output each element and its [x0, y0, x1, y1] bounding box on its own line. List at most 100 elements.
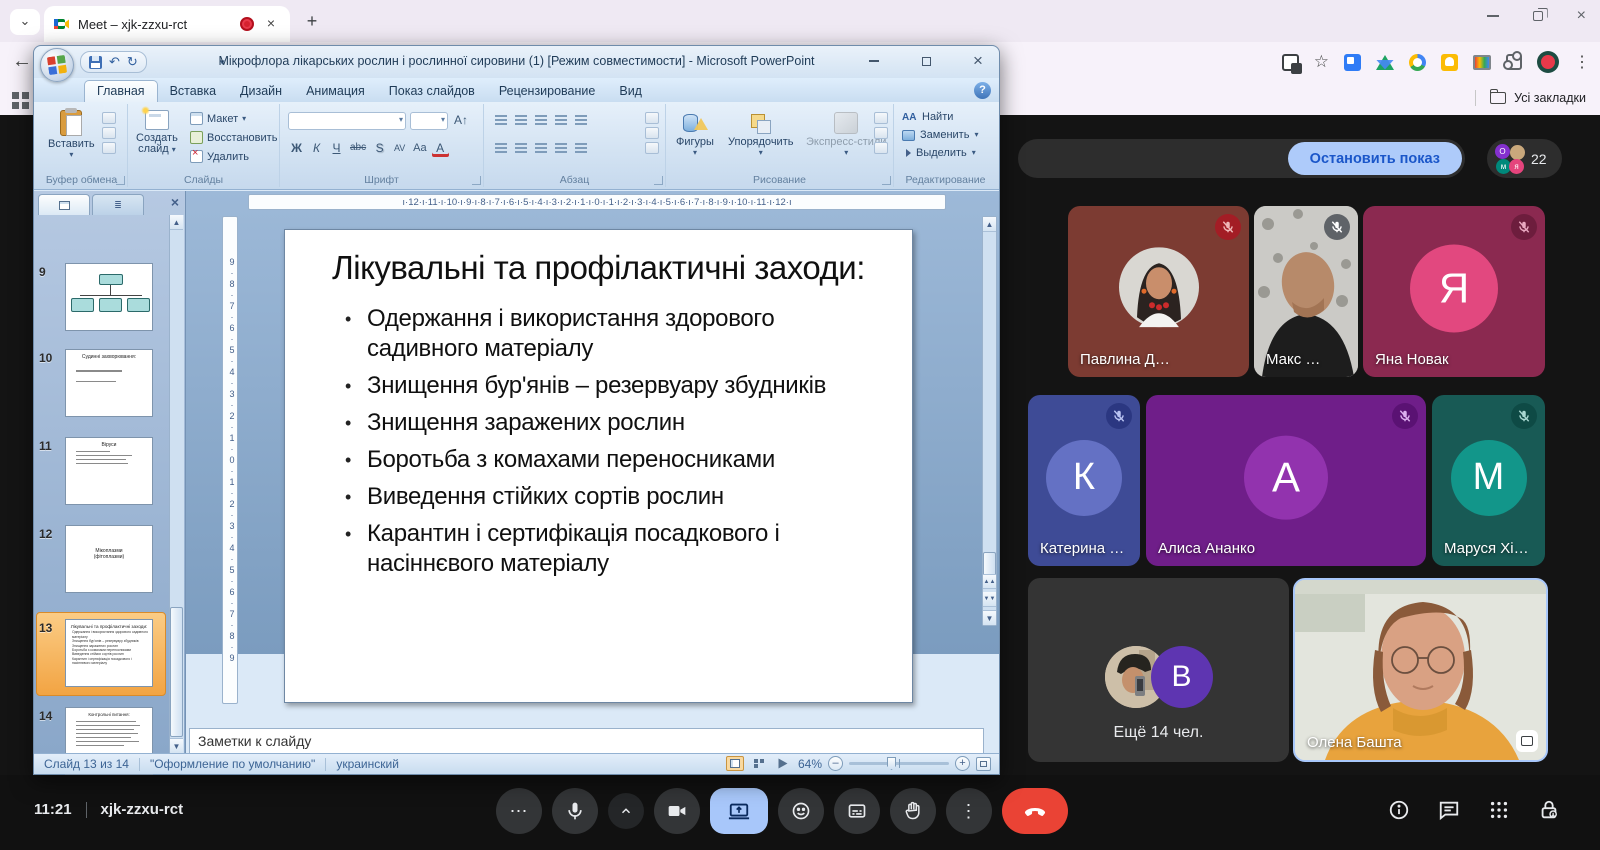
- new-tab-button[interactable]: +: [300, 11, 324, 32]
- window-restore-button[interactable]: [1533, 11, 1543, 21]
- window-minimize-button[interactable]: [1487, 15, 1499, 17]
- character-spacing-button[interactable]: AV: [391, 140, 408, 157]
- help-button[interactable]: ?: [974, 82, 991, 99]
- reactions-button[interactable]: [778, 788, 824, 834]
- translate-page-icon[interactable]: [1282, 54, 1299, 71]
- reset-button[interactable]: Восстановить: [190, 131, 277, 144]
- find-button[interactable]: ААНайти: [902, 111, 978, 123]
- zoom-out-button[interactable]: –: [828, 756, 843, 771]
- tab-glavnaya[interactable]: Главная: [84, 80, 158, 102]
- slide-title[interactable]: Лікувальні та профілактичні заходи:: [329, 246, 869, 290]
- tab-vid[interactable]: Вид: [607, 81, 654, 102]
- ppt-close-button[interactable]: ×: [965, 52, 991, 70]
- line-spacing-button[interactable]: [572, 112, 588, 126]
- underline-button[interactable]: Ч: [328, 140, 345, 157]
- slide-scrollbar[interactable]: ▲ ▲▲ ▼▼ ▼: [982, 216, 997, 626]
- host-controls-lock-button[interactable]: [1538, 799, 1560, 821]
- meeting-info-button[interactable]: [1388, 799, 1410, 821]
- numbering-button[interactable]: [512, 112, 528, 126]
- participant-tile-olena-speaking[interactable]: Олена Башта: [1293, 578, 1548, 762]
- tab-animaciya[interactable]: Анимация: [294, 81, 377, 102]
- mic-device-chevron-button[interactable]: [608, 793, 644, 829]
- scroll-down-button[interactable]: ▼: [983, 610, 996, 625]
- new-slide-button[interactable]: Создать слайд ▾: [136, 110, 178, 155]
- decrease-indent-button[interactable]: [532, 112, 548, 126]
- browser-menu-icon[interactable]: ⋮: [1574, 52, 1590, 72]
- slides-view-tab[interactable]: [38, 194, 90, 215]
- end-call-button[interactable]: [1002, 788, 1068, 834]
- ppt-restore-button[interactable]: [913, 52, 939, 70]
- stop-presenting-button[interactable]: Остановить показ: [1288, 142, 1462, 175]
- cut-button[interactable]: [102, 112, 116, 124]
- more-controls-button[interactable]: ⋮: [946, 788, 992, 834]
- scroll-up-button[interactable]: ▲: [983, 217, 996, 232]
- align-center-button[interactable]: [512, 140, 528, 154]
- notes-input[interactable]: Заметки к слайду: [189, 728, 984, 754]
- activities-grid-button[interactable]: [1488, 799, 1510, 821]
- frame-extension-icon[interactable]: [1473, 55, 1491, 70]
- recording-badge-icon[interactable]: [1537, 51, 1559, 73]
- strikethrough-button[interactable]: abc: [348, 140, 368, 157]
- close-panel-button[interactable]: ×: [171, 194, 179, 210]
- all-bookmarks[interactable]: Усі закладки: [1475, 90, 1586, 106]
- translate-extension-icon[interactable]: [1344, 54, 1361, 71]
- scrollbar-thumb[interactable]: [170, 607, 183, 737]
- camera-button[interactable]: [654, 788, 700, 834]
- grow-font-button[interactable]: A↑: [452, 112, 470, 129]
- raise-hand-button[interactable]: [890, 788, 936, 834]
- language-status[interactable]: украинский: [336, 757, 399, 771]
- convert-smartart-button[interactable]: [645, 142, 659, 154]
- slideshow-view-button[interactable]: [774, 756, 792, 771]
- font-dialog-launcher[interactable]: [472, 176, 481, 185]
- format-painter-button[interactable]: [102, 142, 116, 154]
- zoom-slider[interactable]: [849, 762, 949, 765]
- fit-to-window-button[interactable]: [976, 757, 991, 771]
- copy-button[interactable]: [102, 127, 116, 139]
- font-size-combo[interactable]: [410, 112, 448, 130]
- zoom-in-button[interactable]: +: [955, 756, 970, 771]
- extensions-puzzle-icon[interactable]: [1506, 54, 1522, 70]
- next-slide-button[interactable]: ▼▼: [983, 592, 996, 607]
- participant-tile-marusya[interactable]: М Маруся Хі…: [1432, 395, 1545, 566]
- text-direction-button[interactable]: [645, 112, 659, 124]
- window-close-button[interactable]: ×: [1577, 10, 1586, 22]
- text-shadow-button[interactable]: S: [371, 140, 388, 157]
- participant-tile-katerina[interactable]: К Катерина …: [1028, 395, 1140, 566]
- slide-sorter-view-button[interactable]: [750, 756, 768, 771]
- shape-fill-button[interactable]: [874, 112, 888, 124]
- bullets-button[interactable]: [492, 112, 508, 126]
- participant-tile-yana[interactable]: Я Яна Новак: [1363, 206, 1545, 377]
- clipboard-dialog-launcher[interactable]: [116, 176, 125, 185]
- slide-canvas[interactable]: Лікувальні та профілактичні заходи: Одер…: [284, 229, 913, 703]
- microphone-button[interactable]: [552, 788, 598, 834]
- drive-extension-icon[interactable]: [1376, 55, 1394, 70]
- columns-button[interactable]: [572, 140, 588, 154]
- paste-button[interactable]: Вставить ▾: [48, 110, 95, 158]
- tab-pokaz-slaydov[interactable]: Показ слайдов: [377, 81, 487, 102]
- office-button[interactable]: [40, 48, 74, 82]
- participant-tile-pavlina[interactable]: Павлина Д…: [1068, 206, 1249, 377]
- normal-view-button[interactable]: [726, 756, 744, 771]
- browser-tab-meet[interactable]: Meet – xjk-zzxu-rct ×: [44, 6, 290, 42]
- present-screen-button-active[interactable]: [710, 788, 768, 834]
- shape-effects-button[interactable]: [874, 142, 888, 154]
- participant-tile-max[interactable]: Макс …: [1254, 206, 1358, 377]
- chat-button[interactable]: [1438, 799, 1460, 821]
- tab-search-button[interactable]: ⌄: [10, 9, 40, 35]
- font-name-combo[interactable]: [288, 112, 406, 130]
- justify-button[interactable]: [552, 140, 568, 154]
- align-text-button[interactable]: [645, 127, 659, 139]
- more-participants-tile[interactable]: В Ещё 14 чел.: [1028, 578, 1289, 762]
- select-button[interactable]: Выделить▾: [902, 147, 978, 159]
- more-options-button[interactable]: ⋯: [496, 788, 542, 834]
- font-color-button[interactable]: А: [432, 140, 449, 157]
- zoom-slider-thumb[interactable]: [887, 757, 896, 770]
- captions-button[interactable]: [834, 788, 880, 834]
- back-button[interactable]: ←: [12, 50, 32, 73]
- paragraph-dialog-launcher[interactable]: [654, 176, 663, 185]
- shapes-button[interactable]: Фигуры ▾: [676, 112, 714, 156]
- italic-button[interactable]: К: [308, 140, 325, 157]
- thumbnails-scrollbar[interactable]: ▲ ▼: [169, 215, 184, 753]
- shape-outline-button[interactable]: [874, 127, 888, 139]
- participant-tile-alisa[interactable]: А Алиса Ананко: [1146, 395, 1426, 566]
